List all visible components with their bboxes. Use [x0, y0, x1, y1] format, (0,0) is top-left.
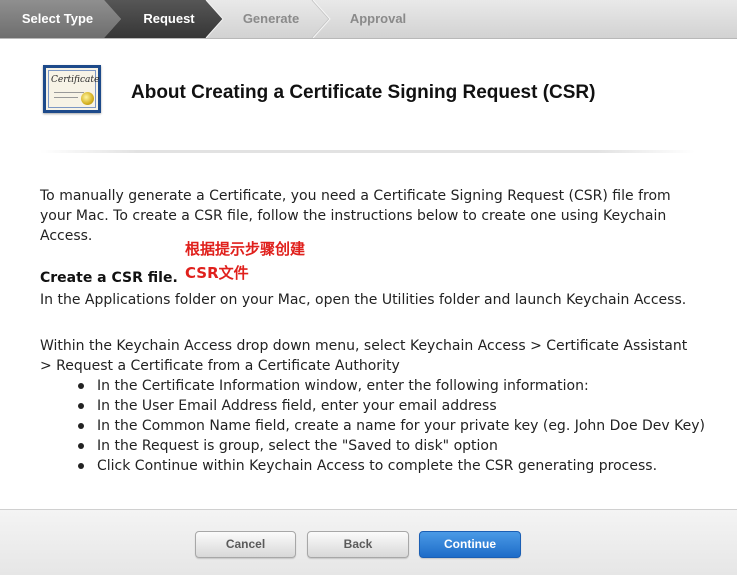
bullet-icon: [78, 443, 84, 449]
certificate-seal-icon: [81, 92, 94, 105]
list-item-text: Click Continue within Keychain Access to…: [97, 458, 658, 474]
certificate-line: [54, 92, 84, 93]
bullet-icon: [78, 463, 84, 469]
instructions-text: Within the Keychain Access drop down men…: [40, 338, 688, 374]
section-heading: Create a CSR file.: [40, 270, 178, 286]
back-button[interactable]: Back: [307, 531, 409, 558]
list-item-text: In the Certificate Information window, e…: [97, 378, 589, 394]
list-item-text: In the User Email Address field, enter y…: [97, 398, 497, 414]
annotation-line-2: CSR文件: [185, 264, 249, 282]
bullet-icon: [78, 383, 84, 389]
section-body: In the Applications folder on your Mac, …: [40, 292, 687, 308]
red-annotation: 根据提示步骤创建 CSR文件: [185, 237, 305, 285]
step-request: Request: [114, 0, 224, 38]
list-item: Click Continue within Keychain Access to…: [40, 456, 700, 476]
step-select-type: Select Type: [0, 0, 115, 38]
bullet-icon: [78, 403, 84, 409]
step-label: Request: [143, 11, 195, 26]
annotation-line-1: 根据提示步骤创建: [185, 240, 306, 258]
list-item: In the Certificate Information window, e…: [40, 376, 700, 396]
step-label: Select Type: [21, 11, 94, 26]
continue-button[interactable]: Continue: [419, 531, 521, 558]
list-item: In the Request is group, select the "Sav…: [40, 436, 700, 456]
certificate-icon-text: Certificate: [51, 75, 100, 85]
list-item-text: In the Common Name field, create a name …: [97, 418, 705, 434]
header-divider: [40, 150, 695, 153]
intro-text: To manually generate a Certificate, you …: [40, 188, 671, 244]
footer-bar: Cancel Back Continue: [0, 509, 737, 575]
progress-steps: Select Type Request Generate Approval: [0, 0, 737, 39]
list-item: In the User Email Address field, enter y…: [40, 396, 700, 416]
page-title: About Creating a Certificate Signing Req…: [131, 82, 596, 103]
certificate-line: [54, 97, 78, 98]
step-label: Approval: [349, 11, 407, 26]
step-label: Generate: [242, 11, 300, 26]
cancel-button[interactable]: Cancel: [195, 531, 296, 558]
step-approval: Approval: [330, 0, 426, 38]
certificate-icon: Certificate: [43, 65, 101, 113]
list-item-text: In the Request is group, select the "Sav…: [97, 438, 498, 454]
step-generate: Generate: [222, 0, 320, 38]
list-item: In the Common Name field, create a name …: [40, 416, 705, 436]
instruction-list: In the Certificate Information window, e…: [40, 376, 705, 476]
bullet-icon: [78, 423, 84, 429]
